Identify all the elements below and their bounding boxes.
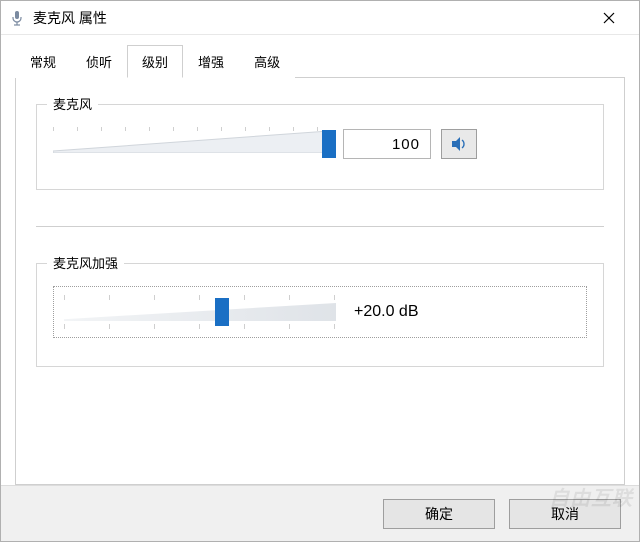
- tab-panel-levels: 麦克风 100: [15, 77, 625, 485]
- tab-general[interactable]: 常规: [15, 45, 71, 78]
- balance-button[interactable]: [441, 129, 477, 159]
- section-divider: [36, 226, 604, 227]
- cancel-button[interactable]: 取消: [509, 499, 621, 529]
- tab-advanced[interactable]: 高级: [239, 45, 295, 78]
- mic-level-slider[interactable]: [53, 127, 329, 161]
- dialog-body: 常规 侦听 级别 增强 高级 麦克风: [1, 35, 639, 485]
- dialog-footer: 确定 取消: [1, 485, 639, 541]
- group-mic-boost: 麦克风加强 +20.0 dB: [36, 263, 604, 367]
- mic-boost-thumb[interactable]: [215, 298, 229, 326]
- dialog-window: 麦克风 属性 常规 侦听 级别 增强 高级 麦克风: [0, 0, 640, 542]
- mic-level-row: 100: [53, 127, 587, 161]
- close-button[interactable]: [587, 4, 631, 32]
- tab-levels[interactable]: 级别: [127, 45, 183, 78]
- tab-listen[interactable]: 侦听: [71, 45, 127, 78]
- ok-button[interactable]: 确定: [383, 499, 495, 529]
- mic-level-value[interactable]: 100: [343, 129, 431, 159]
- titlebar: 麦克风 属性: [1, 1, 639, 35]
- mic-boost-slider[interactable]: [64, 295, 336, 329]
- group-mic-level: 麦克风 100: [36, 104, 604, 190]
- mic-boost-value: +20.0 dB: [354, 303, 419, 321]
- speaker-icon: [450, 135, 468, 153]
- group-mic-boost-legend: 麦克风加强: [47, 253, 124, 272]
- group-mic-level-legend: 麦克风: [47, 94, 98, 113]
- microphone-icon: [9, 10, 25, 26]
- tab-enhance[interactable]: 增强: [183, 45, 239, 78]
- mic-boost-row: +20.0 dB: [53, 286, 587, 338]
- tab-strip: 常规 侦听 级别 增强 高级: [15, 45, 625, 78]
- mic-level-thumb[interactable]: [322, 130, 336, 158]
- window-title: 麦克风 属性: [33, 8, 587, 28]
